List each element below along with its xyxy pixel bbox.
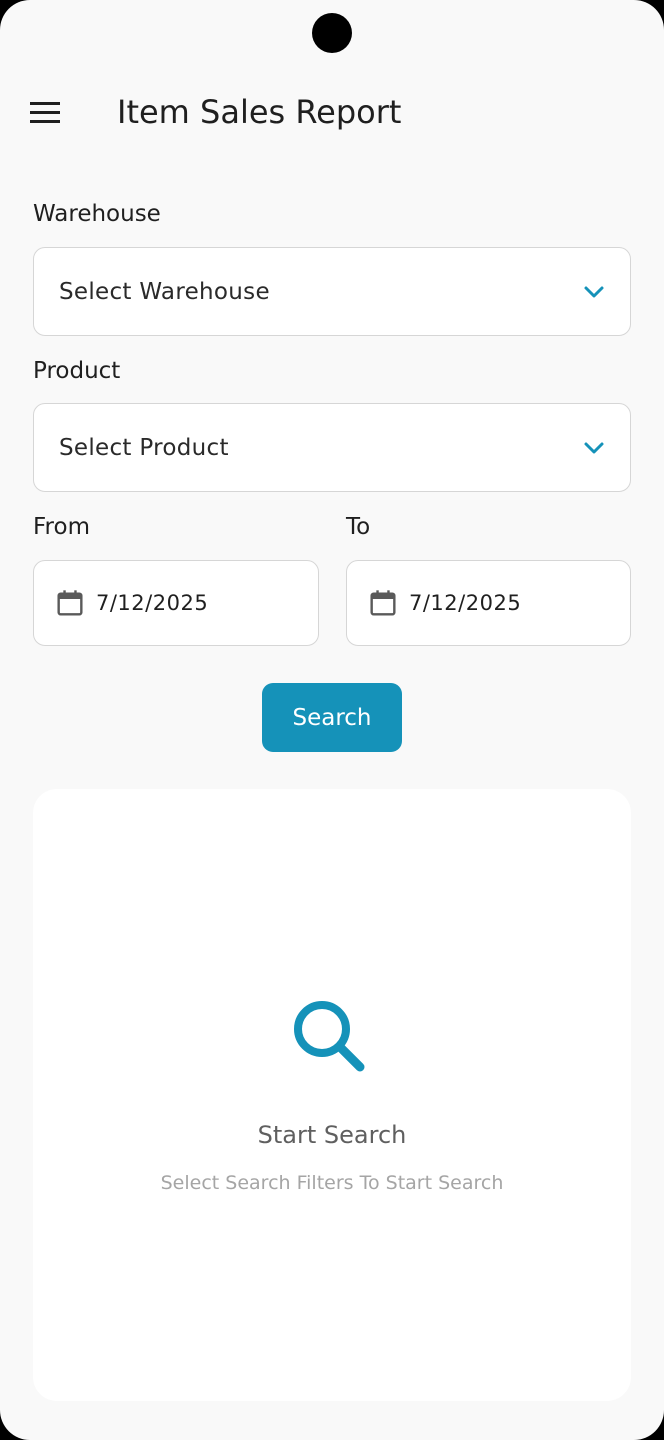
warehouse-select-value: Select Warehouse [59, 278, 270, 305]
to-date-value: 7/12/2025 [409, 591, 522, 615]
page-title: Item Sales Report [117, 93, 402, 131]
to-date-field[interactable]: 7/12/2025 [346, 560, 631, 646]
calendar-icon [57, 590, 83, 616]
product-select-value: Select Product [59, 434, 229, 461]
menu-button[interactable] [22, 90, 68, 136]
app-bar: Item Sales Report [0, 80, 664, 146]
chevron-down-icon [584, 286, 604, 297]
to-label: To [346, 514, 371, 540]
from-date-field[interactable]: 7/12/2025 [33, 560, 319, 646]
search-button[interactable]: Search [262, 683, 402, 752]
hamburger-menu-icon [30, 102, 60, 123]
search-icon [294, 1001, 365, 1072]
from-label: From [33, 514, 90, 540]
warehouse-select[interactable]: Select Warehouse [33, 247, 631, 336]
product-label: Product [33, 358, 121, 384]
front-camera [312, 13, 352, 53]
chevron-down-icon [584, 442, 604, 453]
calendar-icon [370, 590, 396, 616]
warehouse-label: Warehouse [33, 201, 161, 227]
from-date-value: 7/12/2025 [96, 591, 209, 615]
app-screen: Item Sales Report Warehouse Select Wareh… [0, 0, 664, 1440]
product-select[interactable]: Select Product [33, 403, 631, 492]
empty-state-subtitle: Select Search Filters To Start Search [160, 1172, 504, 1194]
empty-state-title: Start Search [257, 1121, 407, 1149]
results-card: Start Search Select Search Filters To St… [33, 789, 631, 1401]
